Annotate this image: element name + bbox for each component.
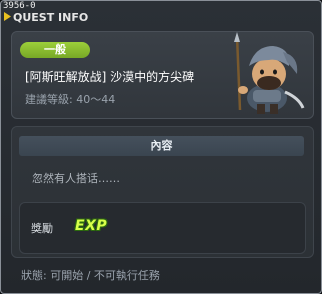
quest-summary-card: 一般 [阿斯旺解放战] 沙漠中的方尖碑 建議等級: 40～44 (11, 31, 314, 119)
reward-label: 獎勵 (31, 222, 53, 235)
window-title: QUEST INFO (13, 11, 89, 24)
quest-recommended-level: 建議等級: 40～44 (25, 93, 116, 106)
content-header: 內容 (19, 136, 304, 156)
reward-box: 獎勵 EXP (19, 202, 306, 254)
npc-portrait-icon (234, 32, 305, 114)
quest-status: 狀態: 可開始 / 不可執行任務 (21, 269, 160, 282)
quest-name: [阿斯旺解放战] 沙漠中的方尖碑 (25, 70, 195, 84)
quest-content-card: 內容 忽然有人搭话…… 獎勵 EXP (11, 126, 314, 258)
exp-reward-icon: EXP (75, 218, 108, 234)
quest-info-window: 3956-0 QUEST INFO 一般 [阿斯旺解放战] 沙漠中的方尖碑 建議… (0, 0, 322, 294)
yellow-arrow-icon (4, 12, 11, 21)
content-text: 忽然有人搭话…… (32, 172, 120, 185)
quest-type-badge: 一般 (20, 42, 90, 58)
